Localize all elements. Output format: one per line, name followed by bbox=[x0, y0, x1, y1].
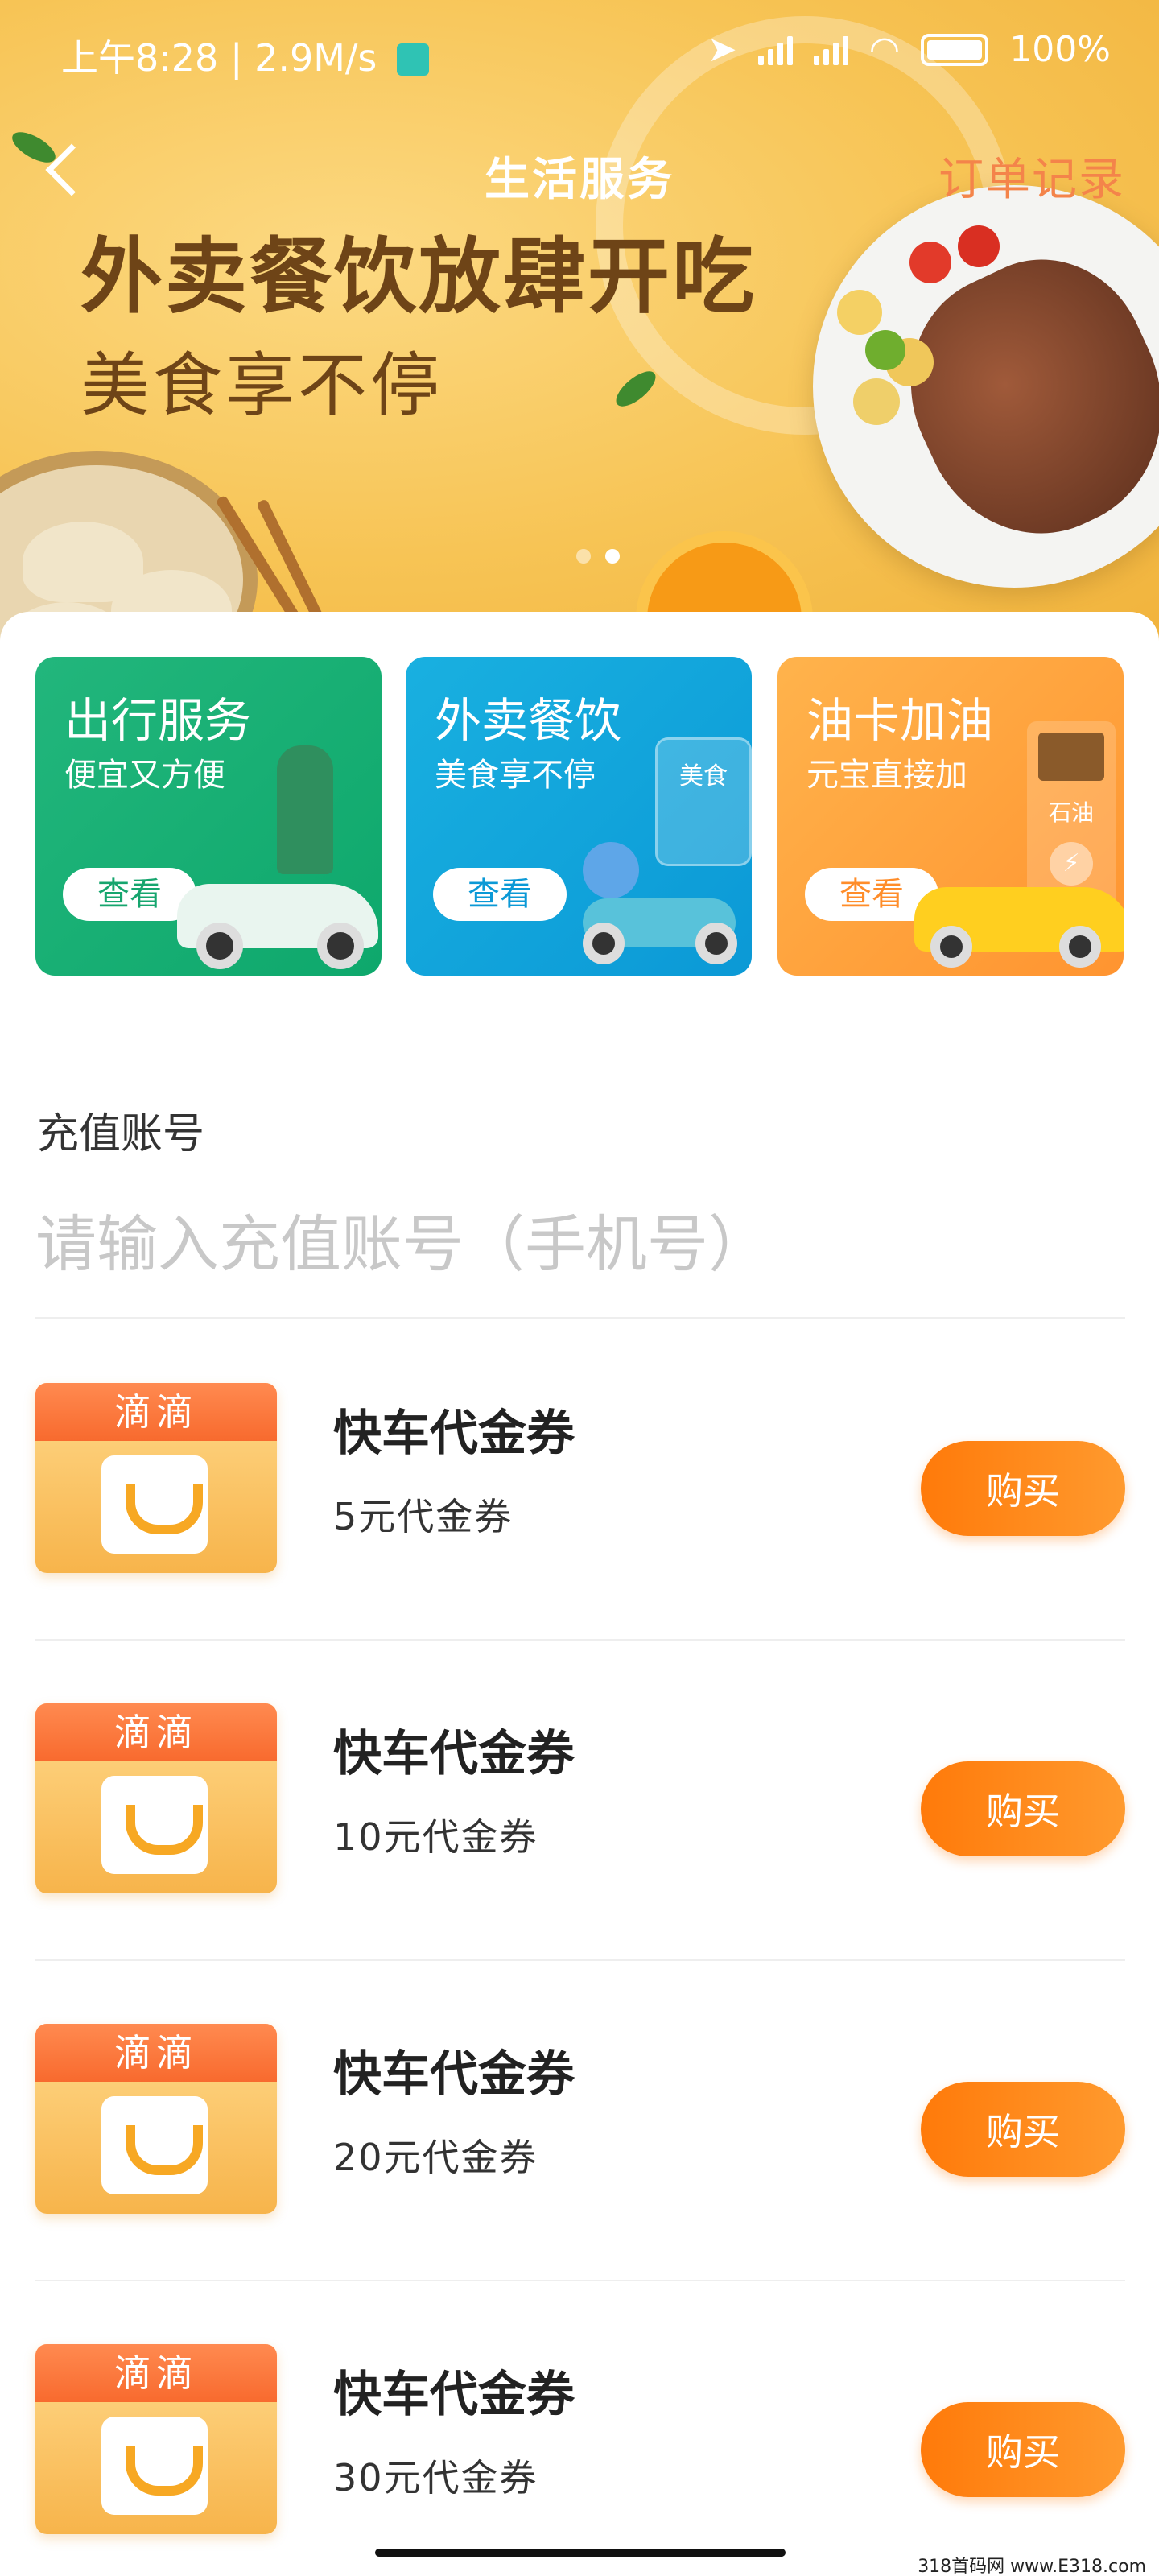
lightning-icon: ⚡ bbox=[1050, 842, 1093, 886]
service-title: 出行服务 bbox=[64, 693, 252, 748]
product-row[interactable]: 滴滴 快车代金券 10元代金券 购买 bbox=[0, 1639, 1159, 1959]
didi-voucher-icon: 滴滴 bbox=[35, 1703, 277, 1893]
wifi-icon: ◠ bbox=[868, 29, 901, 70]
send-icon bbox=[397, 43, 429, 76]
banner-headline: 外卖餐饮放肆开吃 bbox=[80, 229, 757, 325]
service-card-travel[interactable]: 出行服务 便宜又方便 查看 bbox=[35, 657, 382, 976]
tomato-image bbox=[958, 225, 1000, 267]
shop-sign-text: 美食 bbox=[679, 762, 728, 791]
clock: 上午8:28 bbox=[61, 36, 219, 80]
status-icons: ➤ ◠ 100% bbox=[707, 29, 1111, 70]
wheel-icon bbox=[583, 923, 625, 964]
buy-button[interactable]: 购买 bbox=[921, 2082, 1125, 2177]
service-title: 外卖餐饮 bbox=[435, 693, 622, 748]
product-desc: 30元代金券 bbox=[333, 2456, 538, 2500]
didi-logo-icon bbox=[101, 2096, 208, 2194]
sprout-image bbox=[865, 330, 905, 370]
status-time: 上午8:28 | 2.9M/s bbox=[61, 29, 429, 82]
carousel-indicator bbox=[576, 549, 620, 564]
product-title: 快车代金券 bbox=[333, 2046, 575, 2103]
product-row[interactable]: 滴滴 快车代金券 30元代金券 购买 bbox=[0, 2280, 1159, 2576]
service-card-food[interactable]: 外卖餐饮 美食享不停 查看 美食 bbox=[406, 657, 752, 976]
life-services-page: 外卖餐饮放肆开吃 美食享不停 上午8:28 | 2.9M/s ➤ ◠ 100% bbox=[0, 0, 1159, 2576]
home-indicator[interactable] bbox=[375, 2549, 786, 2557]
didi-logo-icon bbox=[101, 1776, 208, 1874]
didi-voucher-icon: 滴滴 bbox=[35, 2344, 277, 2534]
wheel-icon bbox=[317, 923, 364, 969]
order-history-link[interactable]: 订单记录 bbox=[938, 143, 1125, 208]
voucher-brand: 滴滴 bbox=[35, 2344, 277, 2402]
product-title: 快车代金券 bbox=[333, 2367, 575, 2423]
product-desc: 5元代金券 bbox=[333, 1495, 514, 1538]
recharge-account-input[interactable] bbox=[35, 1199, 1125, 1288]
person-illustration bbox=[277, 745, 333, 874]
pump-label: 石油 bbox=[1048, 799, 1094, 826]
wheel-icon bbox=[1059, 926, 1101, 968]
wheel-icon bbox=[930, 926, 972, 968]
buy-button[interactable]: 购买 bbox=[921, 2402, 1125, 2497]
service-subtitle: 便宜又方便 bbox=[64, 757, 225, 794]
leaf-image bbox=[610, 365, 662, 413]
location-icon: ➤ bbox=[707, 29, 737, 70]
signal-icon bbox=[757, 35, 793, 65]
rider-head bbox=[583, 842, 639, 898]
service-title: 油卡加油 bbox=[806, 693, 994, 748]
didi-voucher-icon: 滴滴 bbox=[35, 2024, 277, 2214]
service-subtitle: 元宝直接加 bbox=[806, 757, 967, 794]
battery-percent: 100% bbox=[1009, 29, 1111, 70]
product-row[interactable]: 滴滴 快车代金券 20元代金券 购买 bbox=[0, 1959, 1159, 2280]
product-desc: 10元代金券 bbox=[333, 1815, 538, 1859]
buy-button[interactable]: 购买 bbox=[921, 1441, 1125, 1536]
didi-logo-icon bbox=[101, 2417, 208, 2515]
view-button[interactable]: 查看 bbox=[433, 868, 567, 921]
wheel-icon bbox=[196, 923, 243, 969]
signal-icon bbox=[813, 35, 848, 65]
buy-button[interactable]: 购买 bbox=[921, 1761, 1125, 1856]
product-desc: 20元代金券 bbox=[333, 2136, 538, 2179]
product-title: 快车代金券 bbox=[333, 1406, 575, 1462]
site-watermark: 318首码网 www.E318.com bbox=[918, 2557, 1146, 2576]
view-button[interactable]: 查看 bbox=[63, 868, 196, 921]
product-row[interactable]: 滴滴 快车代金券 5元代金券 购买 bbox=[0, 1319, 1159, 1639]
service-card-fuel[interactable]: 油卡加油 元宝直接加 查看 石油 ⚡ bbox=[777, 657, 1124, 976]
potato-image bbox=[853, 378, 900, 425]
service-subtitle: 美食享不停 bbox=[435, 757, 596, 794]
wheel-icon bbox=[695, 923, 737, 964]
carousel-dot[interactable] bbox=[576, 549, 591, 564]
banner-subline: 美食享不停 bbox=[80, 345, 443, 426]
recharge-account-label: 充值账号 bbox=[37, 1110, 205, 1158]
network-speed: 2.9M/s bbox=[254, 36, 377, 80]
tomato-image bbox=[909, 242, 951, 283]
voucher-brand: 滴滴 bbox=[35, 2024, 277, 2082]
shop-sign: 美食 bbox=[655, 737, 752, 866]
carousel-dot-active[interactable] bbox=[605, 549, 620, 564]
didi-voucher-icon: 滴滴 bbox=[35, 1383, 277, 1573]
voucher-brand: 滴滴 bbox=[35, 1383, 277, 1441]
potato-image bbox=[837, 290, 882, 335]
didi-logo-icon bbox=[101, 1455, 208, 1554]
voucher-brand: 滴滴 bbox=[35, 1703, 277, 1761]
product-title: 快车代金券 bbox=[333, 1726, 575, 1782]
battery-icon bbox=[921, 33, 989, 66]
pump-screen bbox=[1038, 733, 1104, 781]
status-bar: 上午8:28 | 2.9M/s ➤ ◠ 100% bbox=[0, 0, 1159, 105]
